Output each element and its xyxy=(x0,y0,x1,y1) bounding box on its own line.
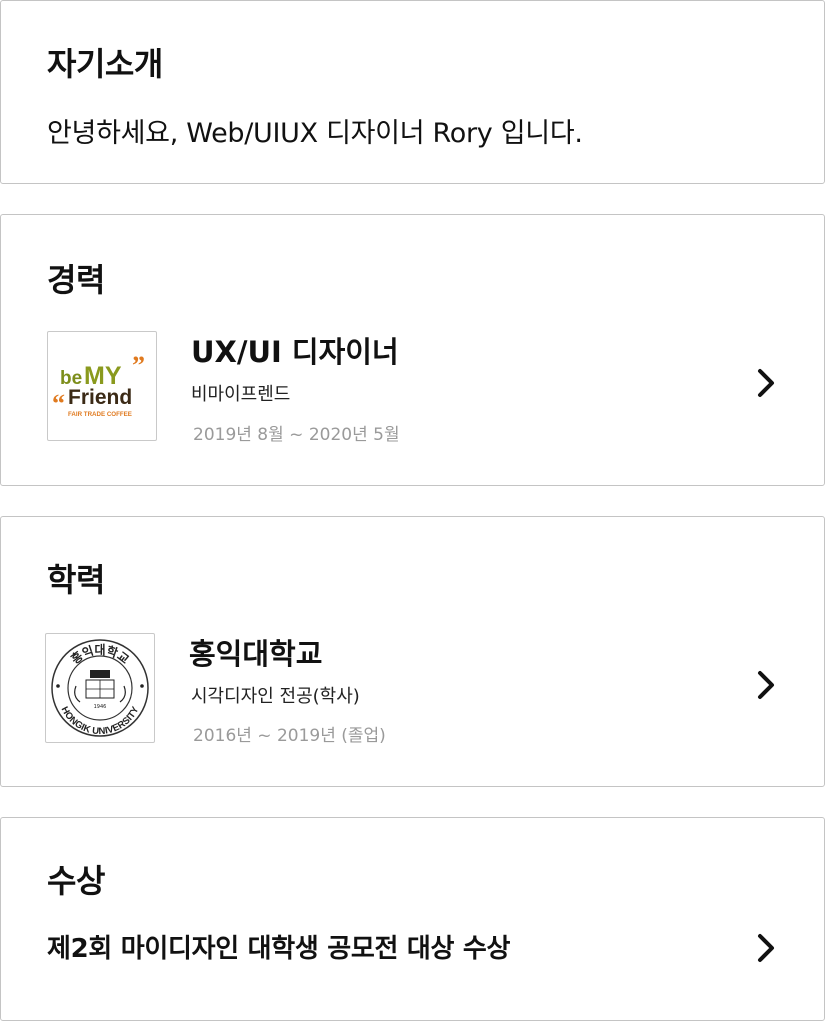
award-text: 제2회 마이디자인 대학생 공모전 대상 수상 xyxy=(47,934,511,964)
career-role: UX/UI 디자이너 xyxy=(191,335,399,369)
career-company: 비마이프렌드 xyxy=(191,384,291,405)
intro-text: 안녕하세요, Web/UIUX 디자이너 Rory 입니다. xyxy=(47,118,583,149)
career-period: 2019년 8월 ~ 2020년 5월 xyxy=(193,425,400,445)
career-title: 경력 xyxy=(47,261,105,299)
award-item[interactable]: 제2회 마이디자인 대학생 공모전 대상 수상 xyxy=(1,918,824,978)
intro-title: 자기소개 xyxy=(47,45,163,83)
bemyfriend-logo-graphic: be MY ” “ Friend FAIR TRADE COFFEE xyxy=(52,351,145,418)
chevron-right-icon[interactable] xyxy=(753,669,779,701)
education-period: 2016년 ~ 2019년 (졸업) xyxy=(193,726,386,746)
seal-year: 1946 xyxy=(94,704,107,710)
awards-card: 수상 제2회 마이디자인 대학생 공모전 대상 수상 xyxy=(0,817,825,1021)
chevron-right-icon[interactable] xyxy=(753,932,779,964)
chevron-right-icon[interactable] xyxy=(753,367,779,399)
education-card: 학력 홍익대학교 HONGIK UNIVERSITY 1946 홍익대학교 시각… xyxy=(0,516,825,787)
hongik-seal-logo: 홍익대학교 HONGIK UNIVERSITY 1946 xyxy=(45,633,155,743)
career-entry[interactable]: be MY ” “ Friend FAIR TRADE COFFEE UX/UI… xyxy=(1,331,824,445)
intro-card: 자기소개 안녕하세요, Web/UIUX 디자이너 Rory 입니다. xyxy=(0,0,825,184)
logo-tagline: FAIR TRADE COFFEE xyxy=(68,411,132,418)
logo-friend: Friend xyxy=(68,386,132,409)
bemyfriend-logo: be MY ” “ Friend FAIR TRADE COFFEE xyxy=(47,331,157,441)
hongik-seal-graphic: 홍익대학교 HONGIK UNIVERSITY 1946 xyxy=(51,639,149,737)
logo-quote-open: “ xyxy=(52,389,65,418)
awards-title: 수상 xyxy=(47,862,105,900)
career-card: 경력 be MY ” “ Friend FAIR TRADE COFFEE UX… xyxy=(0,214,825,486)
logo-quote-close: ” xyxy=(132,351,145,380)
education-title: 학력 xyxy=(47,561,105,599)
education-entry[interactable]: 홍익대학교 HONGIK UNIVERSITY 1946 홍익대학교 시각디자인… xyxy=(1,633,824,746)
education-major: 시각디자인 전공(학사) xyxy=(191,686,360,707)
education-school: 홍익대학교 xyxy=(189,637,323,671)
